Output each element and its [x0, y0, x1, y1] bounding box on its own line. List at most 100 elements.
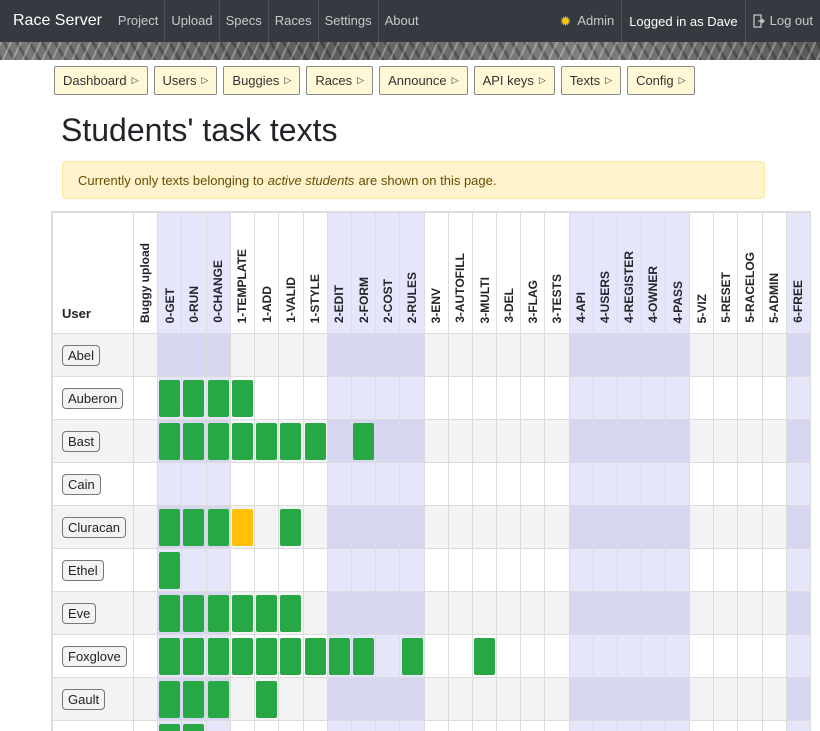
- admin-texts-button[interactable]: Texts▷: [561, 66, 621, 95]
- task-status-cell: [714, 506, 738, 549]
- nav-settings[interactable]: Settings: [319, 0, 378, 42]
- task-status-cell: [158, 334, 182, 377]
- user-button[interactable]: Cluracan: [62, 517, 126, 538]
- admin-dashboard-button[interactable]: Dashboard▷: [54, 66, 148, 95]
- task-done-chip[interactable]: [256, 681, 277, 718]
- task-done-chip[interactable]: [159, 552, 180, 589]
- task-done-chip[interactable]: [159, 681, 180, 718]
- task-status-cell: [690, 549, 714, 592]
- task-done-chip[interactable]: [183, 380, 204, 417]
- alert-text-emphasis: active students: [268, 173, 355, 188]
- admin-menu-label: API keys: [483, 73, 534, 88]
- task-done-chip[interactable]: [183, 638, 204, 675]
- task-done-chip[interactable]: [232, 423, 253, 460]
- admin-menu-label: Users: [163, 73, 197, 88]
- task-status-cell: [714, 592, 738, 635]
- task-done-chip[interactable]: [159, 638, 180, 675]
- task-status-cell: [569, 678, 593, 721]
- nav-upload[interactable]: Upload: [165, 0, 218, 42]
- task-done-chip[interactable]: [280, 638, 301, 675]
- task-done-chip[interactable]: [183, 595, 204, 632]
- task-status-cell: [255, 334, 279, 377]
- task-done-chip[interactable]: [280, 595, 301, 632]
- task-status-cell: [158, 635, 182, 678]
- admin-api-keys-button[interactable]: API keys▷: [474, 66, 555, 95]
- user-button[interactable]: Abel: [62, 345, 100, 366]
- task-done-chip[interactable]: [232, 638, 253, 675]
- task-done-chip[interactable]: [280, 509, 301, 546]
- task-status-cell: [400, 635, 424, 678]
- task-done-chip[interactable]: [232, 595, 253, 632]
- admin-announce-button[interactable]: Announce▷: [379, 66, 467, 95]
- task-done-chip[interactable]: [208, 638, 229, 675]
- task-done-chip[interactable]: [183, 724, 204, 731]
- user-button[interactable]: Gault: [62, 689, 105, 710]
- task-done-chip[interactable]: [208, 509, 229, 546]
- task-done-chip[interactable]: [183, 681, 204, 718]
- user-button[interactable]: Bast: [62, 431, 100, 452]
- user-button[interactable]: Auberon: [62, 388, 123, 409]
- task-done-chip[interactable]: [256, 638, 277, 675]
- task-column-header: 3-ENV: [424, 213, 448, 334]
- nav-about[interactable]: About: [379, 0, 425, 42]
- task-done-chip[interactable]: [208, 423, 229, 460]
- task-column-label: 1-TEMPLATE: [235, 249, 249, 323]
- task-status-cell: [230, 635, 254, 678]
- task-status-cell: [641, 506, 665, 549]
- task-done-chip[interactable]: [232, 380, 253, 417]
- task-status-cell: [158, 506, 182, 549]
- nav-specs[interactable]: Specs: [220, 0, 268, 42]
- task-done-chip[interactable]: [256, 423, 277, 460]
- task-status-cell: [786, 377, 810, 420]
- nav-races[interactable]: Races: [269, 0, 318, 42]
- task-status-cell: [182, 377, 206, 420]
- nav-project[interactable]: Project: [112, 0, 164, 42]
- task-done-chip[interactable]: [183, 423, 204, 460]
- task-done-chip[interactable]: [402, 638, 423, 675]
- task-done-chip[interactable]: [329, 638, 350, 675]
- task-status-cell: [352, 377, 376, 420]
- task-status-cell: [158, 463, 182, 506]
- task-done-chip[interactable]: [208, 681, 229, 718]
- task-done-chip[interactable]: [183, 509, 204, 546]
- task-status-cell: [617, 549, 641, 592]
- task-status-cell: [497, 721, 521, 731]
- task-done-chip[interactable]: [159, 509, 180, 546]
- task-done-chip[interactable]: [159, 724, 180, 731]
- user-button[interactable]: Cain: [62, 474, 101, 495]
- user-button[interactable]: Foxglove: [62, 646, 127, 667]
- task-done-chip[interactable]: [159, 423, 180, 460]
- admin-config-button[interactable]: Config▷: [627, 66, 695, 95]
- admin-buggies-button[interactable]: Buggies▷: [223, 66, 300, 95]
- admin-races-button[interactable]: Races▷: [306, 66, 373, 95]
- task-status-cell: [738, 549, 762, 592]
- task-status-cell: [593, 506, 617, 549]
- task-done-chip[interactable]: [159, 595, 180, 632]
- admin-users-button[interactable]: Users▷: [154, 66, 218, 95]
- task-done-chip[interactable]: [208, 380, 229, 417]
- task-status-cell: [327, 463, 351, 506]
- user-button[interactable]: Eve: [62, 603, 96, 624]
- task-texts-table-container[interactable]: User Buggy upload0-GET0-RUN0-CHANGE1-TEM…: [51, 211, 811, 731]
- main-nav: Project Upload Specs Races Settings Abou…: [112, 0, 425, 42]
- task-done-chip[interactable]: [353, 423, 374, 460]
- task-done-chip[interactable]: [159, 380, 180, 417]
- brand-logo[interactable]: Race Server: [13, 12, 102, 30]
- task-pending-chip[interactable]: [232, 509, 253, 546]
- task-done-chip[interactable]: [208, 595, 229, 632]
- task-done-chip[interactable]: [256, 595, 277, 632]
- task-column-label: 2-COST: [381, 279, 395, 323]
- task-done-chip[interactable]: [474, 638, 495, 675]
- admin-link[interactable]: ✹ Admin: [553, 0, 622, 42]
- user-cell: Bast: [53, 420, 134, 463]
- user-button[interactable]: Ethel: [62, 560, 104, 581]
- task-status-cell: [786, 549, 810, 592]
- task-done-chip[interactable]: [353, 638, 374, 675]
- logout-link[interactable]: Log out: [746, 0, 820, 42]
- task-status-cell: [448, 721, 472, 731]
- task-status-cell: [545, 721, 569, 731]
- task-status-cell: [641, 334, 665, 377]
- task-done-chip[interactable]: [305, 638, 326, 675]
- task-done-chip[interactable]: [280, 423, 301, 460]
- task-done-chip[interactable]: [305, 423, 326, 460]
